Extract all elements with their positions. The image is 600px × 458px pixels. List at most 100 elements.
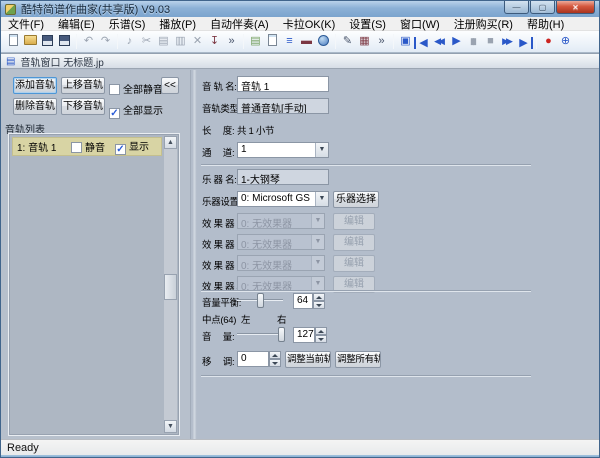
show-all-checkbox[interactable] xyxy=(109,108,120,119)
effect-1-value: 0: 无效果器 xyxy=(241,215,310,230)
go-end-icon[interactable]: ▶ xyxy=(516,37,533,49)
balance-slider[interactable] xyxy=(237,293,283,308)
balance-slider-thumb[interactable] xyxy=(257,293,264,308)
chevron-down-icon[interactable]: ▼ xyxy=(315,192,328,206)
menu-bar: 文件(F) 编辑(E) 乐谱(S) 播放(P) 自动伴奏(A) 卡拉OK(K) … xyxy=(1,17,599,31)
scroll-down-icon[interactable]: ▼ xyxy=(164,420,177,433)
rewind-icon[interactable]: ◀◀ xyxy=(431,34,448,50)
spin-up-icon[interactable] xyxy=(315,327,327,335)
add-track-button[interactable]: 添加音轨 xyxy=(13,77,57,94)
menu-settings[interactable]: 设置(S) xyxy=(342,16,393,32)
spin-up-icon[interactable] xyxy=(269,351,281,359)
spin-up-icon[interactable] xyxy=(313,293,325,301)
toolbar-separator xyxy=(243,34,244,49)
minimize-button[interactable]: — xyxy=(504,1,529,14)
export-icon[interactable]: ↧ xyxy=(206,34,223,50)
effect-2-value: 0: 无效果器 xyxy=(241,236,310,251)
track-window-title: 音轨窗口 无标题.jp xyxy=(20,54,103,69)
close-button[interactable]: ✕ xyxy=(556,1,595,14)
move-track-up-button[interactable]: 上移音轨 xyxy=(61,77,105,94)
scrollbar-thumb[interactable] xyxy=(164,274,177,300)
mute-all-control: 全部静音 xyxy=(109,80,163,98)
show-all-control: 全部显示 xyxy=(109,101,163,119)
adjust-all-tracks-button[interactable]: 调整所有轨 xyxy=(335,351,381,368)
track-show-checkbox[interactable] xyxy=(115,144,126,155)
volume-spinner[interactable] xyxy=(315,327,327,343)
volume-slider[interactable] xyxy=(237,327,285,342)
transpose-input[interactable]: 0 xyxy=(237,351,269,367)
spin-down-icon[interactable] xyxy=(315,335,327,343)
balance-label: 音量平衡: xyxy=(202,295,241,309)
menu-file[interactable]: 文件(F) xyxy=(1,16,51,32)
locate-icon[interactable]: ⊕ xyxy=(557,34,574,50)
score-view-icon[interactable]: ▤ xyxy=(247,34,264,50)
move-track-down-button[interactable]: 下移音轨 xyxy=(61,98,105,115)
piano-icon[interactable]: ▦ xyxy=(356,34,373,50)
open-folder-icon[interactable] xyxy=(22,34,39,50)
pan-left-label: 左 xyxy=(241,312,250,326)
pencil-icon[interactable]: ✎ xyxy=(339,34,356,50)
save-as-icon[interactable] xyxy=(56,34,73,50)
collapse-panel-button[interactable]: << xyxy=(161,77,179,94)
web-icon[interactable] xyxy=(315,34,332,50)
track-mute-control: 静音 xyxy=(71,139,105,154)
track-window-icon: ▤ xyxy=(6,56,15,67)
chevron-down-icon[interactable]: ▼ xyxy=(315,143,328,157)
overflow-chevron-icon[interactable]: » xyxy=(223,34,240,50)
track-list-scrollbar[interactable]: ▲ ▼ xyxy=(164,136,177,433)
adjust-current-track-button[interactable]: 调整当前轨 xyxy=(285,351,331,368)
menu-window[interactable]: 窗口(W) xyxy=(393,16,447,32)
mute-all-checkbox[interactable] xyxy=(109,84,120,95)
play-icon[interactable]: ▶ xyxy=(448,34,465,50)
menu-help[interactable]: 帮助(H) xyxy=(520,16,571,32)
volume-slider-thumb[interactable] xyxy=(278,327,285,342)
track-name-label: 音 轨 名: xyxy=(202,79,237,93)
play-window-icon[interactable]: ▣ xyxy=(397,34,414,50)
track-name-input[interactable]: 音轨 1 xyxy=(237,76,329,92)
save-icon[interactable] xyxy=(39,34,56,50)
instrument-set-select[interactable]: 0: Microsoft GS▼ xyxy=(237,191,329,207)
track-show-label: 显示 xyxy=(129,142,149,153)
balance-value-input[interactable]: 64 xyxy=(293,293,313,309)
menu-register[interactable]: 注册购买(R) xyxy=(447,16,520,32)
volume-value-input[interactable]: 127 xyxy=(293,327,315,343)
menu-karaoke[interactable]: 卡拉OK(K) xyxy=(276,16,343,32)
redo-icon: ↷ xyxy=(97,34,114,50)
go-start-icon[interactable]: ◀ xyxy=(414,37,431,49)
effect-3-value: 0: 无效果器 xyxy=(241,257,310,272)
channel-select[interactable]: 1▼ xyxy=(237,142,329,158)
lyrics-view-icon[interactable] xyxy=(264,34,281,50)
show-all-label: 全部显示 xyxy=(123,106,163,117)
status-text: Ready xyxy=(7,442,39,454)
undo-icon: ↶ xyxy=(80,34,97,50)
spin-down-icon[interactable] xyxy=(269,359,281,367)
keyboard-view-icon[interactable]: ▬ xyxy=(298,34,315,50)
transpose-spinner[interactable] xyxy=(269,351,281,367)
balance-spinner[interactable] xyxy=(313,293,325,309)
instrument-select-button[interactable]: 乐器选择 xyxy=(333,191,379,208)
menu-auto-accompany[interactable]: 自动伴奏(A) xyxy=(203,16,276,32)
scroll-up-icon[interactable]: ▲ xyxy=(164,136,177,149)
record-icon[interactable]: ● xyxy=(540,34,557,50)
menu-score[interactable]: 乐谱(S) xyxy=(102,16,153,32)
maximize-button[interactable]: ▢ xyxy=(530,1,555,14)
menu-edit[interactable]: 编辑(E) xyxy=(51,16,102,32)
instrument-set-value: 0: Microsoft GS xyxy=(241,193,314,204)
track-type-field: 普通音轨[手动] xyxy=(237,98,329,114)
staff-view-icon[interactable]: ≡ xyxy=(281,34,298,50)
forward-icon[interactable]: ▶▶ xyxy=(499,34,516,50)
paste-icon: ▥ xyxy=(172,34,189,50)
track-list-item[interactable]: 1: 音轨 1 静音 显示 xyxy=(12,137,162,156)
channel-label: 通 道: xyxy=(202,145,234,159)
cut-icon: ✂ xyxy=(138,34,155,50)
spin-down-icon[interactable] xyxy=(313,301,325,309)
overflow-chevron-icon[interactable]: » xyxy=(373,34,390,50)
toolbar-separator xyxy=(117,34,118,49)
new-file-icon[interactable] xyxy=(5,34,22,50)
effect-1-select: 0: 无效果器▼ xyxy=(237,213,325,229)
delete-track-button[interactable]: 删除音轨 xyxy=(13,98,57,115)
menu-play[interactable]: 播放(P) xyxy=(152,16,203,32)
track-mute-checkbox[interactable] xyxy=(71,142,82,153)
app-icon xyxy=(5,4,16,15)
app-window: 酷特简谱作曲家(共享版) V9.03 — ▢ ✕ 文件(F) 编辑(E) 乐谱(… xyxy=(0,0,600,458)
